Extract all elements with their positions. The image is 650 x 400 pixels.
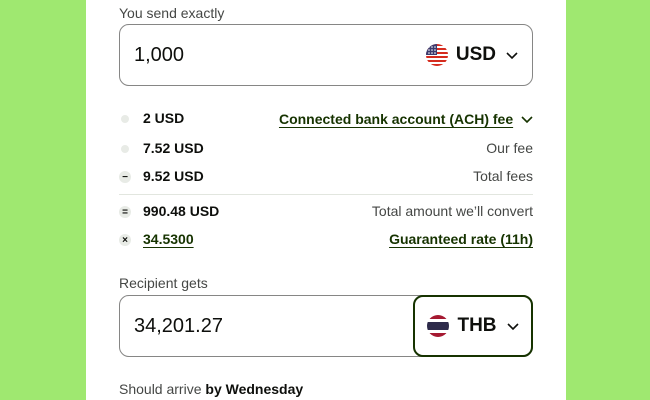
chevron-down-icon[interactable] (521, 111, 533, 127)
equals-icon: = (119, 206, 131, 218)
fee-row-total-fees: − 9.52 USD Total fees (119, 166, 533, 188)
recipient-currency-selector[interactable]: THB (413, 295, 533, 357)
fee-row-our-fee: 7.52 USD Our fee (119, 138, 533, 160)
fee-value: 7.52 USD (143, 140, 204, 156)
recipient-amount-field[interactable]: 34,201.27 THB (119, 295, 533, 357)
transfer-calculator-card: You send exactly 1,000 USD 2 USD Connect… (86, 0, 566, 400)
send-amount-input[interactable]: 1,000 (134, 25, 184, 85)
recipient-currency-button[interactable]: THB (427, 315, 519, 337)
chevron-down-icon (506, 44, 518, 66)
arrival-text: Should arrive by Wednesday (119, 381, 303, 397)
thailand-flag-icon (427, 315, 450, 337)
send-currency-selector[interactable]: USD (425, 44, 518, 66)
fee-value: 9.52 USD (143, 168, 204, 184)
bullet-dot-icon (121, 115, 129, 123)
recipient-amount-input[interactable]: 34,201.27 (134, 296, 223, 356)
fee-description: Our fee (486, 140, 533, 156)
multiply-icon: × (119, 234, 131, 246)
send-label: You send exactly (119, 5, 225, 21)
guaranteed-rate-link[interactable]: Guaranteed rate (11h) (389, 231, 533, 247)
bullet-dot-icon (121, 145, 129, 153)
send-currency-code: USD (455, 44, 496, 65)
bank-fee-dropdown[interactable]: Connected bank account (ACH) fee (279, 111, 533, 127)
fee-description: Total fees (473, 168, 533, 184)
fee-row-convert-amount: = 990.48 USD Total amount we’ll convert (119, 201, 533, 223)
recipient-currency-code: THB (457, 315, 497, 336)
fee-description: Total amount we’ll convert (371, 203, 533, 219)
fee-value: 990.48 USD (143, 203, 220, 219)
recipient-label: Recipient gets (119, 275, 208, 291)
send-amount-field[interactable]: 1,000 USD (119, 24, 533, 86)
us-flag-icon (425, 44, 448, 66)
fee-value: 2 USD (143, 110, 185, 126)
fee-row-bank: 2 USD Connected bank account (ACH) fee (119, 108, 533, 130)
arrival-prefix: Should arrive (119, 381, 202, 397)
divider (119, 194, 533, 195)
exchange-rate-link[interactable]: 34.5300 (143, 231, 194, 247)
arrival-day: by Wednesday (205, 381, 304, 397)
chevron-down-icon (506, 315, 519, 337)
bank-fee-link[interactable]: Connected bank account (ACH) fee (279, 111, 513, 127)
minus-icon: − (119, 171, 131, 183)
fee-row-rate: × 34.5300 Guaranteed rate (11h) (119, 229, 533, 251)
